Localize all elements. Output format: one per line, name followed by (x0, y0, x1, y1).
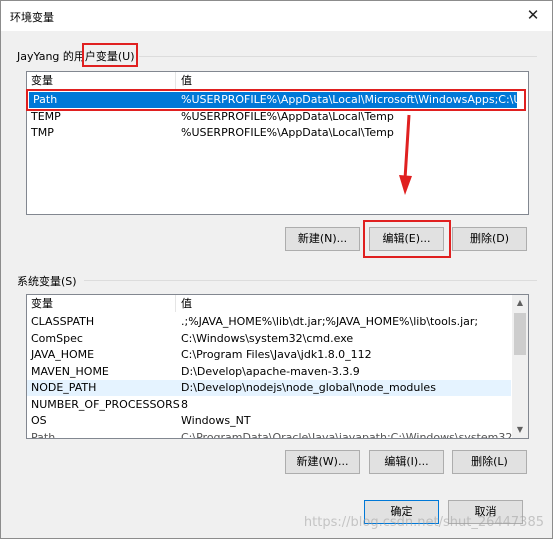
variable-name: OS (31, 414, 47, 427)
variable-name: MAVEN_HOME (31, 365, 109, 378)
user-delete-button[interactable]: 删除(D) (452, 227, 527, 251)
system-delete-button[interactable]: 删除(L) (452, 450, 527, 474)
table-row[interactable]: OS Windows_NT (27, 413, 511, 429)
variable-name: Path (31, 431, 56, 439)
variable-value: D:\Develop\nodejs\node_global\node_modul… (181, 381, 436, 394)
variable-value: C:\ProgramData\Oracle\Java\javapath;C:\W… (181, 431, 529, 439)
list-header: 变量 值 (27, 295, 511, 312)
vertical-scrollbar[interactable]: ▲ ▼ (512, 295, 528, 438)
table-row[interactable]: MAVEN_HOME D:\Develop\apache-maven-3.3.9 (27, 364, 511, 380)
header-divider (175, 72, 176, 89)
table-row[interactable]: NODE_PATH D:\Develop\nodejs\node_global\… (27, 380, 511, 396)
variable-value: D:\Develop\apache-maven-3.3.9 (181, 365, 360, 378)
system-vars-group-label: 系统变量(S) (17, 275, 77, 288)
close-icon[interactable]: ✕ (522, 5, 544, 25)
table-row[interactable]: TEMP %USERPROFILE%\AppData\Local\Temp (27, 109, 515, 125)
annotation-box-edit-button (363, 220, 451, 258)
variable-value: Windows_NT (181, 414, 251, 427)
environment-variables-dialog: 环境变量 ✕ JayYang 的用户变量(U) 变量 值 Path %USERP… (0, 0, 553, 539)
window-title: 环境变量 (10, 11, 54, 24)
column-header-variable[interactable]: 变量 (31, 295, 53, 312)
variable-name: TMP (31, 126, 54, 139)
annotation-box-user-label (82, 43, 138, 67)
table-row[interactable]: JAVA_HOME C:\Program Files\Java\jdk1.8.0… (27, 347, 511, 363)
variable-name: CLASSPATH (31, 315, 95, 328)
variable-value: %USERPROFILE%\AppData\Local\Temp (181, 126, 394, 139)
variable-name: NODE_PATH (31, 381, 97, 394)
table-row[interactable]: ComSpec C:\Windows\system32\cmd.exe (27, 331, 511, 347)
scroll-thumb[interactable] (514, 313, 526, 355)
table-row[interactable]: Path C:\ProgramData\Oracle\Java\javapath… (27, 430, 528, 439)
variable-name: ComSpec (31, 332, 83, 345)
column-header-value[interactable]: 值 (181, 72, 192, 89)
variable-value: C:\Windows\system32\cmd.exe (181, 332, 354, 345)
user-name-prefix: JayYang 的 (17, 50, 74, 63)
table-row[interactable]: NUMBER_OF_PROCESSORS 8 (27, 397, 511, 413)
table-row[interactable]: CLASSPATH .;%JAVA_HOME%\lib\dt.jar;%JAVA… (27, 314, 511, 330)
group-divider (84, 280, 537, 281)
variable-name: NUMBER_OF_PROCESSORS (31, 398, 180, 411)
column-header-value[interactable]: 值 (181, 295, 192, 312)
scroll-up-icon[interactable]: ▲ (512, 295, 528, 311)
group-divider (139, 56, 537, 57)
system-new-button[interactable]: 新建(W)... (285, 450, 360, 474)
variable-value: %USERPROFILE%\AppData\Local\Temp (181, 110, 394, 123)
variable-value: .;%JAVA_HOME%\lib\dt.jar;%JAVA_HOME%\lib… (181, 315, 479, 328)
variable-value: C:\Program Files\Java\jdk1.8.0_112 (181, 348, 372, 361)
table-row[interactable]: TMP %USERPROFILE%\AppData\Local\Temp (27, 125, 515, 141)
variable-name: JAVA_HOME (31, 348, 95, 361)
header-divider (175, 295, 176, 312)
scroll-down-icon[interactable]: ▼ (512, 422, 528, 438)
column-header-variable[interactable]: 变量 (31, 72, 53, 89)
variable-value: 8 (181, 398, 188, 411)
variable-name: TEMP (31, 110, 61, 123)
system-edit-button[interactable]: 编辑(I)... (369, 450, 444, 474)
annotation-arrow-icon (399, 114, 412, 195)
watermark-text: https://blog.csdn.net/shut_26447385 (303, 515, 544, 530)
list-header: 变量 值 (27, 72, 528, 89)
title-bar: 环境变量 ✕ (1, 1, 552, 31)
user-new-button[interactable]: 新建(N)... (285, 227, 360, 251)
annotation-box-path-row (26, 89, 526, 111)
system-vars-list[interactable]: 变量 值 CLASSPATH .;%JAVA_HOME%\lib\dt.jar;… (26, 294, 529, 439)
